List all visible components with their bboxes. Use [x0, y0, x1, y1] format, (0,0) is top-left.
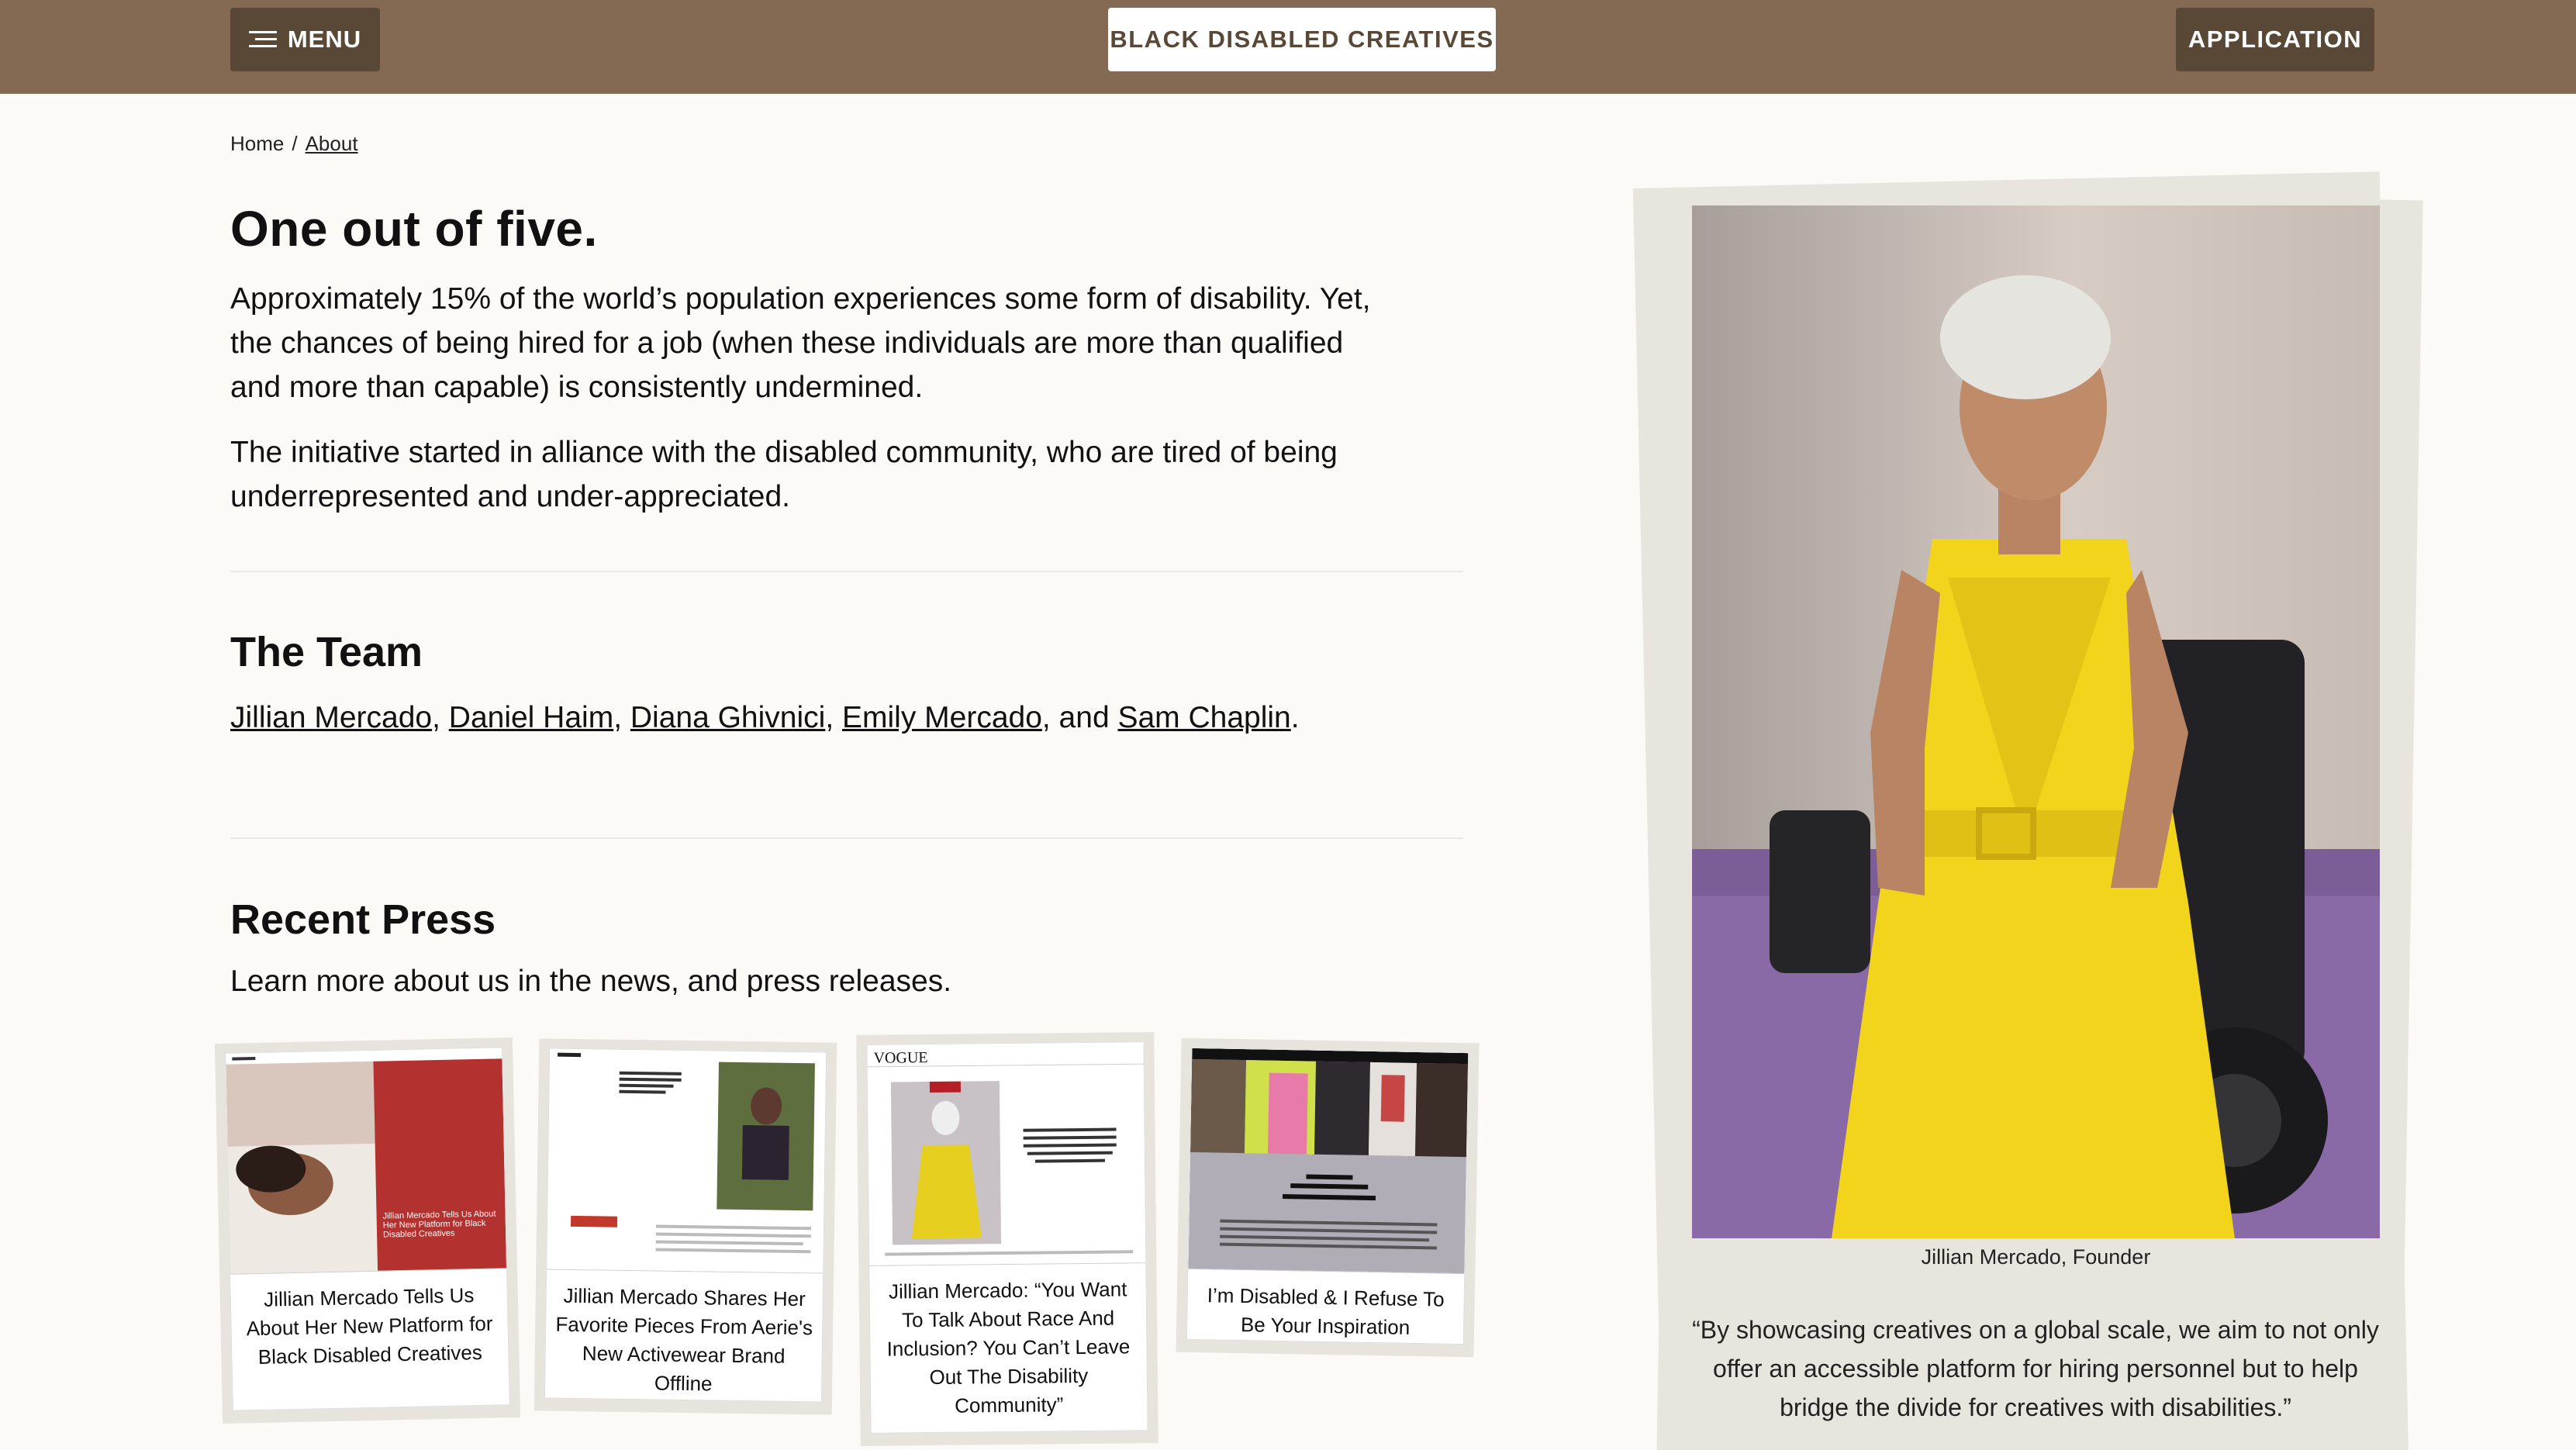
team-heading: The Team	[230, 629, 423, 675]
team-member-link[interactable]: Diana Ghivnici	[630, 701, 825, 734]
section-divider	[230, 571, 1463, 572]
section-divider	[230, 837, 1463, 839]
founder-quote: “By showcasing creatives on a global sca…	[1692, 1316, 2379, 1421]
press-subtitle: Learn more about us in the news, and pre…	[230, 965, 952, 998]
founder-caption: Jillian Mercado, Founder	[1921, 1245, 2151, 1269]
founder-photo-image	[1692, 205, 2380, 1238]
press-thumbnail: Jillian Mercado Tells Us About Her New P…	[226, 1048, 507, 1275]
breadcrumb-separator: /	[292, 132, 298, 155]
team-separator: ,	[613, 701, 630, 734]
breadcrumb-current-link[interactable]: About	[306, 132, 358, 155]
press-card[interactable]: VOGUE Jillian Mercado: “You Want To Talk…	[856, 1032, 1159, 1446]
vogue-logo: VOGUE	[873, 1049, 928, 1067]
hamburger-icon	[248, 31, 277, 47]
team-separator: ,	[432, 701, 449, 734]
team-member-link[interactable]: Emily Mercado	[842, 701, 1042, 734]
team-separator: , and	[1041, 701, 1118, 734]
press-caption: Jillian Mercado Shares Her Favorite Piec…	[555, 1283, 813, 1396]
application-button[interactable]: APPLICATION	[2176, 8, 2374, 71]
press-thumbnail	[547, 1048, 827, 1274]
press-thumbnail-image	[867, 1042, 1146, 1266]
founder-photo	[1692, 205, 2380, 1238]
press-heading: Recent Press	[230, 896, 496, 943]
menu-button[interactable]: MENU	[230, 8, 380, 71]
press-thumbnail	[1188, 1048, 1469, 1275]
press-caption: I’m Disabled & I Refuse To Be Your Inspi…	[1207, 1283, 1445, 1339]
team-member-link[interactable]: Sam Chaplin	[1117, 701, 1290, 734]
breadcrumb-home-link[interactable]: Home	[230, 132, 284, 155]
team-member-link[interactable]: Daniel Haim	[449, 701, 613, 734]
press-card[interactable]: I’m Disabled & I Refuse To Be Your Inspi…	[1176, 1037, 1480, 1358]
team-separator: ,	[825, 701, 842, 734]
press-caption: Jillian Mercado Tells Us About Her New P…	[246, 1283, 493, 1369]
team-end-punctuation: .	[1290, 701, 1300, 734]
intro-paragraph-1: Approximately 15% of the world’s populat…	[230, 282, 1371, 404]
top-navigation-bar: MENU BLACK DISABLED CREATIVES APPLICATIO…	[0, 0, 2576, 94]
intro-paragraph-2: The initiative started in alliance with …	[230, 436, 1338, 513]
menu-label: MENU	[287, 26, 362, 53]
team-members-text: Jillian Mercado, Daniel Haim, Diana Ghiv…	[230, 696, 1316, 740]
press-caption: Jillian Mercado: “You Want To Talk About…	[886, 1277, 1131, 1417]
press-thumbnail-image	[226, 1048, 507, 1275]
brand-home-link[interactable]: BLACK DISABLED CREATIVES	[1108, 8, 1496, 71]
press-thumbnail-image	[547, 1048, 827, 1274]
press-card[interactable]: Jillian Mercado Tells Us About Her New P…	[214, 1037, 521, 1424]
press-thumbnail-text: Jillian Mercado Tells Us About Her New P…	[382, 1209, 496, 1240]
team-member-link[interactable]: Jillian Mercado	[230, 701, 432, 734]
press-thumbnail-image	[1188, 1048, 1469, 1275]
page-title: One out of five.	[230, 201, 598, 257]
breadcrumb: Home / About	[230, 132, 358, 156]
press-thumbnail: VOGUE	[867, 1042, 1146, 1266]
press-card[interactable]: Jillian Mercado Shares Her Favorite Piec…	[534, 1038, 837, 1415]
